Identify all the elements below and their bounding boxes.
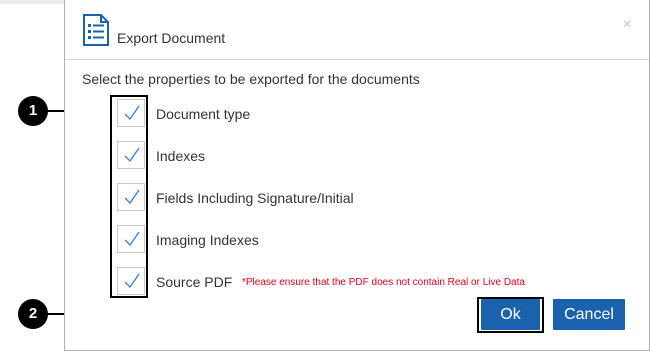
source-pdf-warning: *Please ensure that the PDF does not con… xyxy=(242,277,525,288)
option-label: Source PDF xyxy=(156,274,233,290)
option-label: Fields Including Signature/Initial xyxy=(156,190,354,206)
option-label: Indexes xyxy=(156,148,206,164)
instruction-text: Select the properties to be exported for… xyxy=(82,71,420,87)
option-label: Imaging Indexes xyxy=(156,232,259,248)
ok-button-highlight-frame xyxy=(477,297,544,333)
callout-1: 1 xyxy=(18,96,48,126)
callout-2: 2 xyxy=(18,299,48,329)
checkbox-highlight-frame xyxy=(110,95,148,298)
cancel-button[interactable]: Cancel xyxy=(553,299,625,330)
dialog-title: Export Document xyxy=(117,30,226,46)
close-icon[interactable]: × xyxy=(623,16,632,34)
option-label: Document type xyxy=(156,106,251,122)
document-list-icon xyxy=(83,14,109,46)
dialog-header: Export Document × xyxy=(65,0,649,60)
